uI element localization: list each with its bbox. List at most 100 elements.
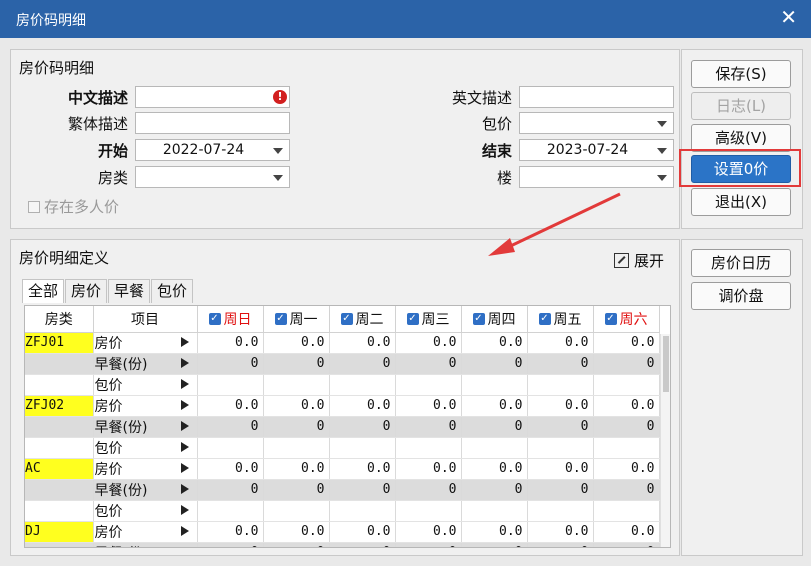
english-desc-field[interactable] — [519, 86, 674, 108]
cell-item[interactable]: 早餐(份) — [93, 416, 198, 438]
checkbox-checked-icon[interactable]: ✓ — [274, 312, 287, 325]
cell-day-value[interactable] — [329, 500, 396, 522]
cell-day-value[interactable]: 0 — [527, 479, 594, 501]
checkbox-checked-icon[interactable]: ✓ — [472, 312, 485, 325]
cell-day-value[interactable]: 0.0 — [329, 395, 396, 417]
cell-day-value[interactable] — [329, 374, 396, 396]
cell-day-value[interactable]: 0 — [461, 479, 528, 501]
cell-day-value[interactable]: 0.0 — [527, 332, 594, 354]
table-row[interactable]: 包价 — [25, 437, 660, 459]
cell-day-value[interactable]: 0 — [527, 416, 594, 438]
cell-item[interactable]: 早餐(份) — [93, 353, 198, 375]
cell-day-value[interactable]: 0 — [461, 416, 528, 438]
cell-day-value[interactable]: 0.0 — [197, 332, 264, 354]
cell-day-value[interactable]: 0.0 — [329, 521, 396, 543]
save-button[interactable]: 保存(S) — [691, 60, 791, 88]
cell-day-value[interactable]: 0 — [593, 416, 660, 438]
cell-day-value[interactable]: 0 — [395, 542, 462, 547]
table-row[interactable]: 早餐(份)0000000 — [25, 479, 660, 501]
cell-day-value[interactable]: 0 — [593, 353, 660, 375]
col-day[interactable]: ✓ 周二 — [329, 306, 396, 333]
cell-day-value[interactable]: 0.0 — [395, 332, 462, 354]
cell-day-value[interactable] — [329, 437, 396, 459]
cell-day-value[interactable] — [461, 500, 528, 522]
cell-day-value[interactable]: 0.0 — [461, 395, 528, 417]
cell-item[interactable]: 房价 — [93, 332, 198, 354]
cell-item[interactable]: 包价 — [93, 437, 198, 459]
table-row[interactable]: 早餐(份)0000000 — [25, 353, 660, 375]
cell-day-value[interactable]: 0.0 — [395, 395, 462, 417]
cell-day-value[interactable] — [527, 374, 594, 396]
cell-day-value[interactable]: 0.0 — [395, 521, 462, 543]
cell-room-type[interactable]: ZFJ02 — [25, 395, 94, 417]
cell-day-value[interactable]: 0.0 — [329, 332, 396, 354]
cell-day-value[interactable] — [461, 374, 528, 396]
adjust-price-button[interactable]: 调价盘 — [691, 282, 791, 310]
cell-day-value[interactable] — [395, 374, 462, 396]
cell-item[interactable]: 包价 — [93, 500, 198, 522]
cell-day-value[interactable] — [263, 500, 330, 522]
cell-day-value[interactable]: 0.0 — [263, 332, 330, 354]
cell-day-value[interactable]: 0 — [329, 542, 396, 547]
cell-day-value[interactable]: 0 — [263, 353, 330, 375]
tab-package[interactable]: 包价 — [151, 279, 194, 303]
building-select[interactable] — [519, 166, 674, 188]
cell-day-value[interactable]: 0.0 — [329, 458, 396, 480]
cell-day-value[interactable] — [197, 437, 264, 459]
room-type-select[interactable] — [135, 166, 290, 188]
cell-day-value[interactable]: 0.0 — [197, 521, 264, 543]
end-date-picker[interactable]: 2023-07-24 — [519, 139, 674, 161]
cell-room-type[interactable] — [25, 500, 94, 522]
cell-day-value[interactable]: 0 — [329, 416, 396, 438]
cell-day-value[interactable]: 0.0 — [593, 395, 660, 417]
checkbox-checked-icon[interactable]: ✓ — [340, 312, 353, 325]
cell-day-value[interactable]: 0.0 — [461, 458, 528, 480]
table-row[interactable]: 包价 — [25, 500, 660, 522]
cell-day-value[interactable] — [395, 437, 462, 459]
cell-day-value[interactable] — [263, 437, 330, 459]
col-item[interactable]: 项目 — [93, 306, 198, 333]
cell-room-type[interactable] — [25, 353, 94, 375]
cell-day-value[interactable]: 0 — [197, 353, 264, 375]
cell-day-value[interactable]: 0 — [329, 353, 396, 375]
log-button[interactable]: 日志(L) — [691, 92, 791, 120]
cell-item[interactable]: 早餐(份) — [93, 479, 198, 501]
table-row[interactable]: DJ 房价 0.0 0.0 0.0 0.0 0.0 0.0 0.0 — [25, 521, 660, 543]
cell-item[interactable]: 房价 — [93, 458, 198, 480]
table-row[interactable]: AC 房价 0.0 0.0 0.0 0.0 0.0 0.0 0.0 — [25, 458, 660, 480]
cell-day-value[interactable]: 0 — [329, 479, 396, 501]
cell-day-value[interactable]: 0 — [461, 542, 528, 547]
advanced-button[interactable]: 高级(V) — [691, 124, 791, 152]
package-price-select[interactable] — [519, 112, 674, 134]
checkbox-checked-icon[interactable]: ✓ — [406, 312, 419, 325]
cell-day-value[interactable]: 0 — [263, 416, 330, 438]
multi-person-checkbox[interactable]: 存在多人价 — [28, 196, 119, 217]
checkbox-checked-icon[interactable]: ✓ — [604, 312, 617, 325]
cell-day-value[interactable]: 0 — [263, 479, 330, 501]
col-room-type[interactable]: 房类 — [25, 306, 94, 333]
cell-room-type[interactable] — [25, 437, 94, 459]
table-row[interactable]: 早餐(份)0000000 — [25, 416, 660, 438]
col-day[interactable]: ✓ 周六 — [593, 306, 660, 333]
vertical-scrollbar[interactable] — [660, 334, 670, 547]
price-calendar-button[interactable]: 房价日历 — [691, 249, 791, 277]
checkbox-checked-icon[interactable]: ✓ — [208, 312, 221, 325]
cell-room-type[interactable]: DJ — [25, 521, 94, 543]
cell-day-value[interactable]: 0.0 — [461, 332, 528, 354]
cell-room-type[interactable] — [25, 542, 94, 547]
cell-item[interactable]: 房价 — [93, 395, 198, 417]
cell-day-value[interactable] — [593, 374, 660, 396]
col-day[interactable]: ✓ 周一 — [263, 306, 330, 333]
col-day[interactable]: ✓ 周五 — [527, 306, 594, 333]
cell-day-value[interactable]: 0.0 — [527, 395, 594, 417]
cell-day-value[interactable] — [197, 374, 264, 396]
tab-breakfast[interactable]: 早餐 — [108, 279, 151, 303]
cell-room-type[interactable] — [25, 416, 94, 438]
cell-day-value[interactable]: 0.0 — [263, 521, 330, 543]
cell-day-value[interactable]: 0 — [395, 416, 462, 438]
cell-day-value[interactable]: 0.0 — [263, 395, 330, 417]
cell-day-value[interactable]: 0 — [395, 353, 462, 375]
scrollbar-thumb[interactable] — [663, 336, 669, 392]
cell-day-value[interactable]: 0.0 — [527, 521, 594, 543]
cell-day-value[interactable]: 0 — [593, 542, 660, 547]
